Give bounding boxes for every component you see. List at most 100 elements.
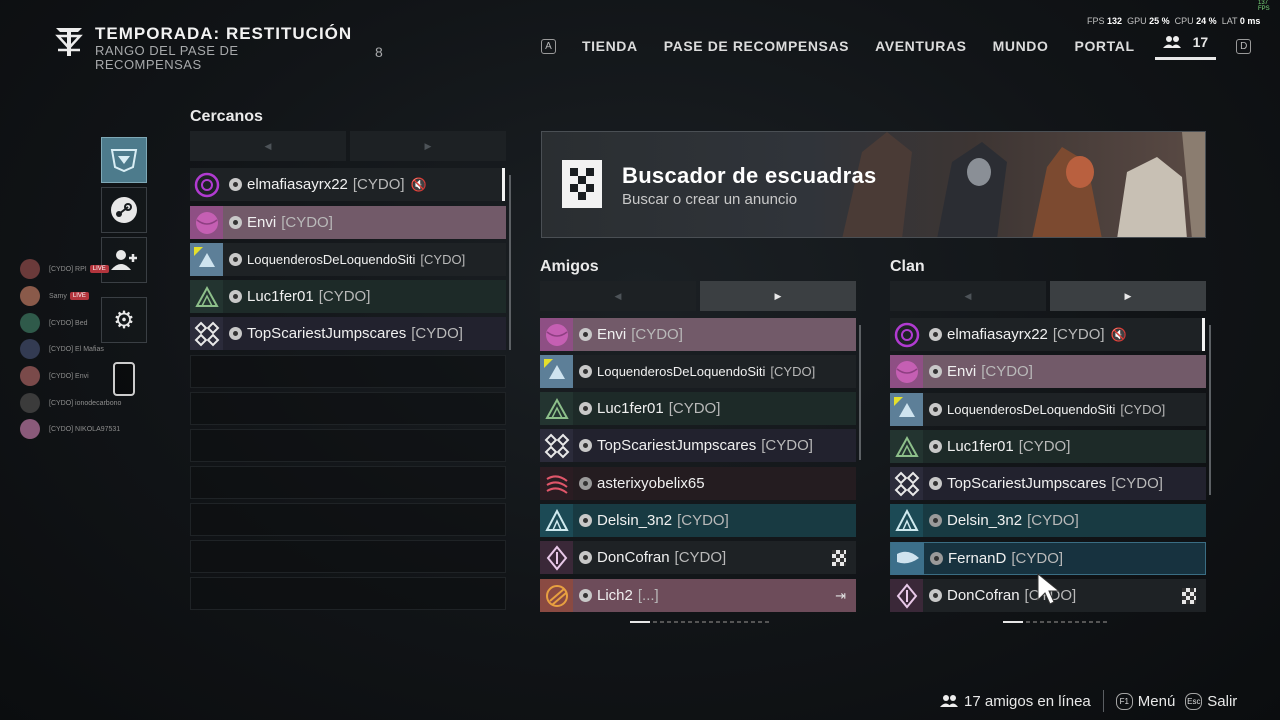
- clan-row[interactable]: TopScariestJumpscares [CYDO]: [890, 467, 1206, 500]
- avatar: [20, 286, 40, 306]
- friend-row[interactable]: Delsin_3n2 [CYDO]: [540, 504, 856, 537]
- feed-item[interactable]: [CYDO] ionodecarbono: [20, 393, 121, 413]
- pager-next-button[interactable]: ▶: [700, 281, 856, 311]
- live-badge: LIVE: [89, 265, 109, 273]
- gear-icon: ⚙: [113, 306, 135, 334]
- emblem-icon: [540, 579, 573, 612]
- avatar: [20, 393, 40, 413]
- clan-row[interactable]: Luc1fer01 [CYDO]: [890, 430, 1206, 463]
- friend-row[interactable]: Lich2 [...] ⇥: [540, 579, 856, 612]
- friend-row[interactable]: asterixyobelix65: [540, 467, 856, 500]
- nav-portal[interactable]: PORTAL: [1075, 38, 1135, 54]
- friends-icon: [1162, 35, 1181, 48]
- season-rank-value: 8: [375, 44, 383, 60]
- fireteam-finder-small-icon: [832, 549, 846, 566]
- rail-clan-button[interactable]: [101, 137, 147, 183]
- pager-next-button[interactable]: ▶: [350, 131, 506, 161]
- nav-aventuras[interactable]: AVENTURAS: [875, 38, 966, 54]
- clan-row[interactable]: LoquenderosDeLoquendoSiti [CYDO]: [890, 393, 1206, 426]
- feed-item[interactable]: Samy LIVE: [20, 286, 89, 306]
- top-nav: A TIENDA PASE DE RECOMPENSAS AVENTURAS M…: [541, 32, 1252, 60]
- friend-row[interactable]: Luc1fer01 [CYDO]: [540, 392, 856, 425]
- pager-next-button[interactable]: ▶: [1050, 281, 1206, 311]
- key-hint-d: D: [1236, 38, 1252, 54]
- empty-slot: [190, 392, 506, 425]
- platform-icon: [929, 477, 942, 490]
- nav-tienda[interactable]: TIENDA: [582, 38, 638, 54]
- platform-icon: [229, 290, 242, 303]
- nearby-row[interactable]: Envi [CYDO]: [190, 206, 506, 239]
- pager-prev-button[interactable]: ◀: [540, 281, 696, 311]
- platform-icon: [579, 589, 592, 602]
- platform-icon: [929, 514, 942, 527]
- platform-icon: [929, 328, 942, 341]
- rail-steam-button[interactable]: [101, 187, 147, 233]
- nearby-scrollbar[interactable]: [509, 175, 511, 350]
- selection-indicator: [1202, 318, 1205, 351]
- key-hint-a: A: [541, 38, 556, 54]
- emblem-icon: [190, 206, 223, 239]
- emblem-icon: [890, 467, 923, 500]
- nearby-row[interactable]: TopScariestJumpscares [CYDO]: [190, 317, 506, 350]
- phone-icon: [113, 362, 135, 396]
- emblem-icon: [190, 168, 223, 201]
- exit-button[interactable]: Salir: [1207, 693, 1237, 710]
- empty-slot: [190, 466, 506, 499]
- feed-item[interactable]: [CYDO] NIKOLA97531: [20, 419, 120, 439]
- nearby-row[interactable]: elmafiasayrx22 [CYDO] 🔇: [190, 168, 502, 201]
- pager-prev-button[interactable]: ◀: [890, 281, 1046, 311]
- muted-speaker-icon[interactable]: 🔇: [411, 177, 427, 193]
- join-icon[interactable]: ⇥: [835, 588, 846, 604]
- feed-item[interactable]: [CYDO] Bed: [20, 313, 88, 333]
- clan-pager: ◀ ▶: [890, 281, 1206, 311]
- emblem-icon: [540, 429, 573, 462]
- nav-pase-recompensas[interactable]: PASE DE RECOMPENSAS: [664, 38, 849, 54]
- platform-icon: [229, 216, 242, 229]
- friend-row[interactable]: LoquenderosDeLoquendoSiti [CYDO]: [540, 355, 856, 388]
- mouse-cursor-icon: [1037, 572, 1061, 605]
- clan-scrollbar[interactable]: [1209, 325, 1211, 495]
- clan-title: Clan: [890, 258, 925, 275]
- rail-settings-button[interactable]: ⚙: [101, 297, 147, 343]
- clan-row[interactable]: FernanD [CYDO]: [890, 542, 1206, 575]
- fireteam-finder-icon: [562, 160, 602, 208]
- platform-icon: [929, 365, 942, 378]
- clan-page-indicator: [1003, 621, 1107, 624]
- pager-prev-button[interactable]: ◀: [190, 131, 346, 161]
- emblem-icon: [890, 504, 923, 537]
- nav-friends-tab[interactable]: 17: [1154, 32, 1217, 60]
- platform-icon: [229, 178, 242, 191]
- platform-icon: [929, 440, 942, 453]
- nearby-row[interactable]: Luc1fer01 [CYDO]: [190, 280, 506, 313]
- season-title: TEMPORADA: RESTITUCIÓN: [95, 24, 353, 43]
- avatar: [20, 419, 40, 439]
- empty-slot: [190, 429, 506, 462]
- clan-row[interactable]: Envi [CYDO]: [890, 355, 1206, 388]
- friend-row[interactable]: DonCofran [CYDO]: [540, 541, 856, 574]
- avatar: [20, 366, 40, 386]
- feed-item[interactable]: [CYDO] Envi: [20, 366, 89, 386]
- friend-row[interactable]: TopScariestJumpscares [CYDO]: [540, 429, 856, 462]
- platform-icon: [929, 403, 942, 416]
- menu-button[interactable]: Menú: [1138, 693, 1176, 710]
- platform-icon: [579, 477, 592, 490]
- key-hint-esc: Esc: [1185, 692, 1203, 710]
- friends-title: Amigos: [540, 258, 599, 275]
- muted-speaker-icon[interactable]: 🔇: [1111, 327, 1127, 343]
- clan-row[interactable]: Delsin_3n2 [CYDO]: [890, 504, 1206, 537]
- fireteam-finder-small-icon: [1182, 587, 1196, 604]
- friend-row[interactable]: Envi [CYDO]: [540, 318, 856, 351]
- feed-item[interactable]: [CYDO] El Mafias: [20, 339, 104, 359]
- nav-mundo[interactable]: MUNDO: [993, 38, 1049, 54]
- clan-row[interactable]: elmafiasayrx22 [CYDO] 🔇: [890, 318, 1202, 351]
- empty-slot: [190, 355, 506, 388]
- friends-scrollbar[interactable]: [859, 325, 861, 460]
- friends-pager: ◀ ▶: [540, 281, 856, 311]
- emblem-icon: [540, 355, 573, 388]
- emblem-icon: [890, 355, 923, 388]
- nearby-row[interactable]: LoquenderosDeLoquendoSiti [CYDO]: [190, 243, 506, 276]
- emblem-icon: [891, 542, 924, 575]
- emblem-icon: [540, 541, 573, 574]
- feed-item[interactable]: [CYDO] RPI LIVE: [20, 259, 109, 279]
- destiny-logo-icon: [55, 28, 83, 56]
